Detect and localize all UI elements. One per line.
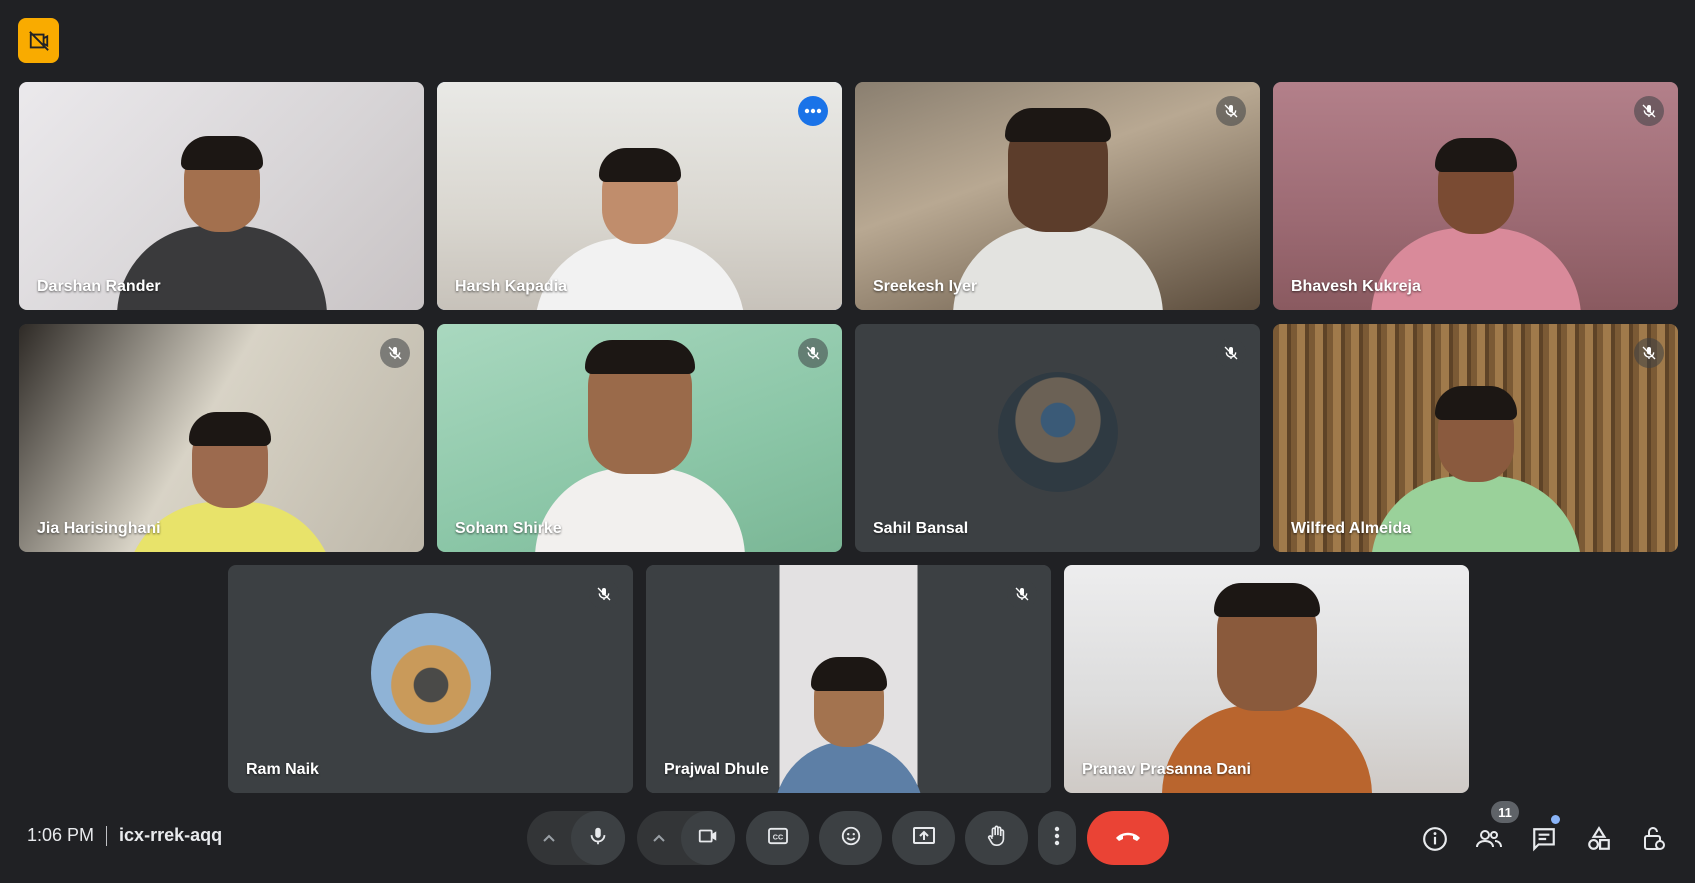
participant-video [1064,565,1469,793]
end-call-icon [1114,829,1142,848]
participant-name: Sahil Bansal [873,520,969,537]
participant-name: Pranav Prasanna Dani [1082,761,1251,778]
mic-off-icon [1216,338,1246,368]
participant-name: Ram Naik [246,761,319,778]
participant-name: Sreekesh Iyer [873,278,978,295]
participant-name: Harsh Kapadia [455,278,568,295]
more-options-icon[interactable] [798,96,828,126]
people-count-badge: 11 [1491,801,1519,823]
participant-video [855,82,1260,310]
more-options-button[interactable] [1038,811,1076,865]
emoji-icon [840,825,862,852]
meeting-code: icx-rrek-aqq [119,825,223,845]
chat-icon[interactable] [1527,822,1561,856]
info-icon[interactable] [1418,822,1452,856]
avatar [370,613,491,733]
svg-text:CC: CC [772,832,782,841]
participant-name: Jia Harisinghani [37,520,161,537]
more-options-icon [1054,826,1060,851]
mic-off-icon [798,338,828,368]
participant-tile-active[interactable]: Harsh Kapadia [437,82,842,310]
participant-tile[interactable]: Pranav Prasanna Dani [1064,565,1469,793]
participant-tile[interactable]: Bhavesh Kukreja [1273,82,1678,310]
activities-icon[interactable] [1582,822,1616,856]
host-controls-icon[interactable] [1637,822,1671,856]
emoji-button[interactable] [819,811,882,865]
mic-off-icon [1634,96,1664,126]
participant-video [437,82,842,310]
participant-tile[interactable]: Soham Shirke [437,324,842,552]
video-camera-icon [696,825,720,852]
camera-off-icon[interactable] [18,18,59,63]
mic-off-icon [380,338,410,368]
participant-video [646,565,1051,793]
camera-control-group [637,811,735,865]
mic-control-group [527,811,625,865]
participant-tile[interactable]: Darshan Rander [19,82,424,310]
participant-tile[interactable]: Prajwal Dhule [646,565,1051,793]
meeting-info: 1:06 PM icx-rrek-aqq [27,825,222,846]
participant-name: Darshan Rander [37,278,161,295]
avatar [997,372,1118,492]
present-screen-icon [912,826,936,851]
participant-video [437,324,842,552]
participant-tile[interactable]: Sahil Bansal [855,324,1260,552]
camera-button[interactable] [681,811,735,865]
present-button[interactable] [892,811,955,865]
audio-settings-button[interactable] [527,811,571,865]
divider [106,825,108,846]
captions-button[interactable]: CC [746,811,809,865]
participant-tile[interactable]: Sreekesh Iyer [855,82,1260,310]
mic-off-icon [1634,338,1664,368]
video-settings-button[interactable] [637,811,681,865]
participant-tile[interactable]: Jia Harisinghani [19,324,424,552]
participant-tile[interactable]: Ram Naik [228,565,633,793]
participant-video [19,324,424,552]
participant-tile[interactable]: Wilfred Almeida [1273,324,1678,552]
people-icon[interactable] [1472,822,1506,856]
raise-hand-button[interactable] [965,811,1028,865]
participant-video [1273,324,1678,552]
participant-name: Prajwal Dhule [664,761,769,778]
participant-video [1273,82,1678,310]
mic-off-icon [1007,579,1037,609]
microphone-icon [587,825,609,852]
participant-name: Wilfred Almeida [1291,520,1412,537]
mic-off-icon [1216,96,1246,126]
microphone-button[interactable] [571,811,625,865]
raise-hand-icon [986,824,1008,853]
participant-name: Bhavesh Kukreja [1291,278,1421,295]
end-call-button[interactable] [1087,811,1169,865]
participant-video [19,82,424,310]
meeting-time: 1:06 PM [27,825,95,845]
participant-name: Soham Shirke [455,520,562,537]
captions-icon: CC [767,827,789,850]
mic-off-icon [589,579,619,609]
